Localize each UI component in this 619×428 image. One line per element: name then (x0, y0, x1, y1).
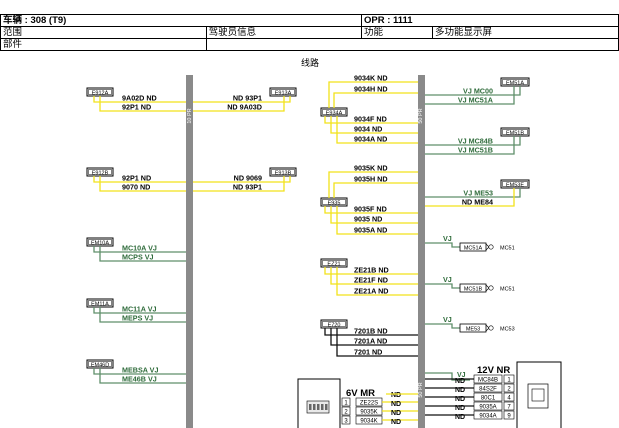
nr12-color-4: ND (455, 414, 465, 421)
harness-left-label: 10 PR (187, 108, 193, 123)
far-right-wire-label-0-1: VJ MC51A (458, 96, 493, 105)
mr6-title: 6V MR (346, 388, 375, 399)
right-top-wire-label-0-1: 9034H ND (354, 85, 388, 94)
nr12-port-icon (527, 383, 549, 409)
far-right-wire-label-1-0: VJ MC84B (458, 137, 493, 146)
right-connector-1-label: E935 (328, 200, 341, 206)
mr6-color-1: ND (391, 410, 401, 417)
far-right-wire-label-2-1: ND ME84 (462, 198, 493, 207)
nr12-wire-4: 9034A (479, 414, 496, 420)
nr12-wire-0: MC84B (478, 378, 498, 384)
center-wire-label-1-0: ND 9069 (234, 174, 262, 183)
left-wire-label-3-0: MC11A VJ (122, 305, 157, 314)
right-bottom-wire-label-0-2: 9034A ND (354, 135, 387, 144)
mr6-port-pin-0 (309, 404, 312, 410)
far-right-wire-label-1-1: VJ MC51B (458, 146, 493, 155)
nr12-wire-1: 84S2F (479, 387, 497, 393)
nr12-wire-2: 80C1 (481, 396, 496, 402)
mr6-wire-0: ZE22S (360, 401, 378, 407)
center-wire-label-0-1: ND 9A03D (227, 103, 262, 112)
splice-box-label-1: MC51B (464, 286, 483, 292)
right-bottom-wire-label-1-2: 9035A ND (354, 226, 387, 235)
right-bottom-wire-label-2-1: ZE21F ND (354, 276, 388, 285)
center-wire-label-1-1: ND 93P1 (233, 183, 262, 192)
right-bottom-wire-label-0-0: 9034F ND (354, 115, 387, 124)
left-connector-4-label: EM46D (91, 362, 109, 368)
splice-dot-0 (488, 244, 494, 250)
right-top-wire-0-1 (333, 92, 418, 108)
right-top-wire-label-1-1: 9035H ND (354, 175, 388, 184)
splice-label-1: MC51 (500, 287, 515, 293)
right-bottom-wire-label-3-1: 7201A ND (354, 337, 387, 346)
far-right-connector-0-label: EM51A (506, 80, 524, 86)
splice-wire-2 (425, 323, 460, 329)
mr6-color-2: ND (391, 419, 401, 426)
left-connector-2-label: EM10A (91, 240, 109, 246)
left-connector-0-label: E912A (92, 90, 109, 96)
splice-box-label-0: MC51A (464, 245, 483, 251)
left-wire-label-0-1: 92P1 ND (122, 103, 151, 112)
right-bottom-wire-label-2-2: ZE21A ND (354, 287, 388, 296)
mr6-wire-2: 9034K (360, 419, 377, 425)
right-top-wire-label-0-0: 9034K ND (354, 74, 388, 83)
splice-wire-label-1: VJ (443, 275, 452, 284)
left-wire-label-1-1: 9070 ND (122, 183, 150, 192)
nr12-color-3: ND (455, 405, 465, 412)
splice-box-label-2: ME53 (466, 326, 480, 332)
left-wire-label-0-0: 9A02D ND (122, 94, 157, 103)
splice-wire-label-0: VJ (443, 234, 452, 243)
nr12-wire-3: 9035A (479, 405, 496, 411)
right-bottom-wire-label-1-1: 9035 ND (354, 215, 382, 224)
splice-wire-1 (425, 283, 460, 289)
harness-left (186, 75, 193, 428)
nr12-title: 12V NR (477, 365, 510, 376)
right-bottom-wire-label-3-0: 7201B ND (354, 327, 388, 336)
splice-dot-1 (488, 285, 494, 291)
center-connector-0-label: E913A (275, 90, 292, 96)
mr6-port-pin-1 (313, 404, 316, 410)
mr6-port-pin-3 (321, 404, 324, 410)
mr6-wire-1: 9035K (360, 410, 377, 416)
far-right-wire-label-0-0: VJ MC00 (463, 87, 493, 96)
left-wire-label-4-1: ME46B VJ (122, 375, 157, 384)
far-right-connector-2-label: EM53E (506, 182, 524, 188)
right-connector-2-label: EZ21 (327, 261, 340, 267)
right-connector-0-label: E934A (326, 110, 343, 116)
left-wire-label-1-0: 92P1 ND (122, 174, 151, 183)
far-right-connector-1-label: EM51B (506, 130, 524, 136)
right-connector-3-label: E720 (328, 322, 341, 328)
splice-wire-0 (425, 242, 460, 248)
right-bottom-wire-label-0-1: 9034 ND (354, 125, 382, 134)
left-connector-1-label: E912B (92, 170, 109, 176)
left-connector-3-label: EM11A (91, 301, 109, 307)
mr6-color-0: ND (391, 401, 401, 408)
splice-label-2: MC53 (500, 327, 515, 333)
left-wire-label-3-1: MEPS VJ (122, 314, 153, 323)
harness-right-bottom-label: 50 PR (418, 382, 424, 397)
mr6-port-pin-2 (317, 404, 320, 410)
left-wire-label-2-0: MC10A VJ (122, 244, 157, 253)
splice-label-0: MC51 (500, 246, 515, 252)
nr12-color-2: ND (455, 396, 465, 403)
mr6-port-pin-4 (325, 404, 328, 410)
nr12-color-1: ND (455, 387, 465, 394)
right-bottom-wire-label-1-0: 9035F ND (354, 205, 387, 214)
left-wire-label-4-0: MEBSA VJ (122, 366, 158, 375)
mr6-top-color: ND (391, 392, 401, 399)
center-wire-label-0-0: ND 93P1 (233, 94, 262, 103)
center-connector-1-label: E913B (275, 170, 292, 176)
right-top-wire-label-1-0: 9035K ND (354, 164, 388, 173)
right-bottom-wire-label-2-0: ZE21B ND (354, 266, 389, 275)
splice-wire-label-2: VJ (443, 315, 452, 324)
far-right-wire-label-2-0: VJ ME53 (463, 189, 493, 198)
splice-dot-2 (488, 325, 494, 331)
harness-right (418, 75, 425, 428)
right-bottom-wire-label-3-2: 7201 ND (354, 348, 382, 357)
right-top-wire-1-1 (333, 182, 418, 198)
wiring-diagram: 10 PR 50 PR50 PRE912A9A02D ND92P1 NDE912B… (86, 74, 562, 428)
harness-right-label: 50 PR (418, 108, 424, 123)
nr12-color-0: ND (455, 378, 465, 385)
left-wire-label-2-1: MCPS VJ (122, 253, 154, 262)
